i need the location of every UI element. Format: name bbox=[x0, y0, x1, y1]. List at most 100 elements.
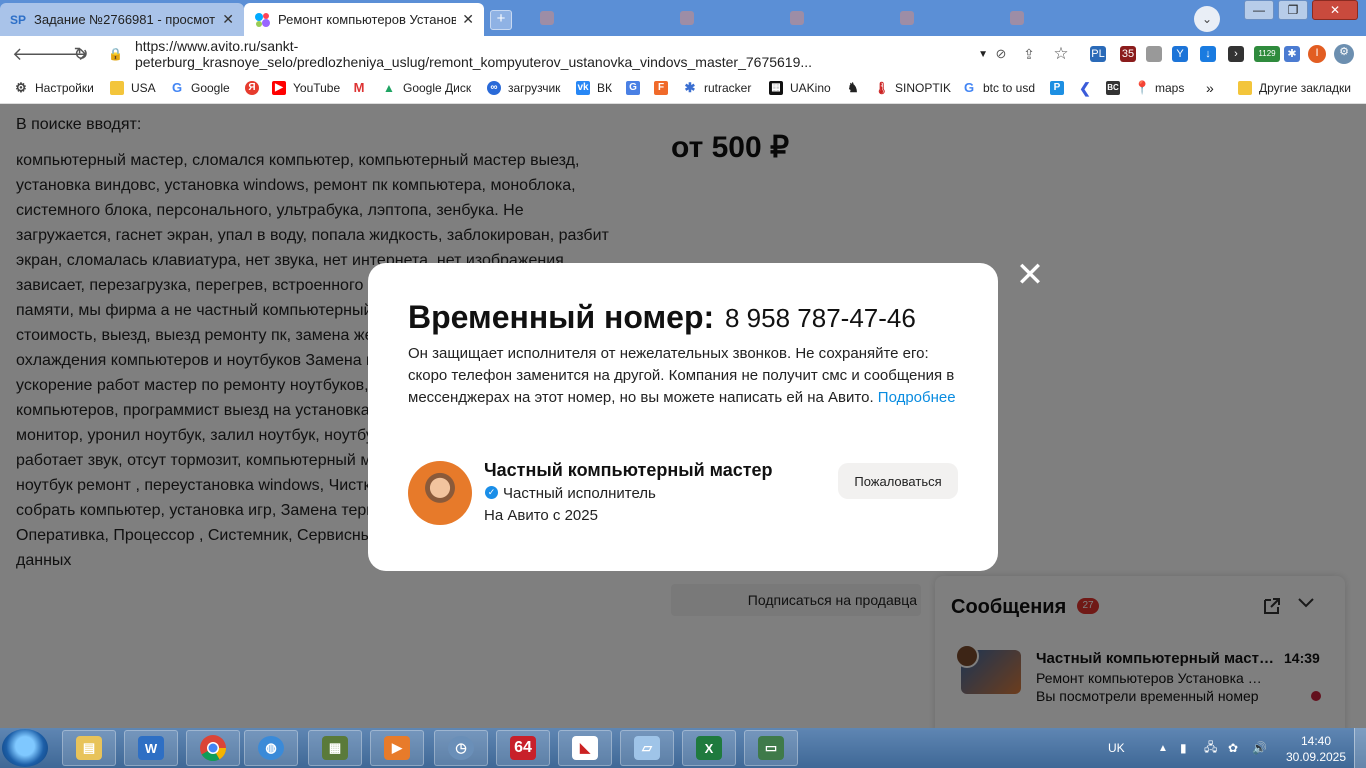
taskbar-monitor[interactable]: ▭ bbox=[744, 730, 798, 766]
extension-y-icon[interactable]: Y bbox=[1172, 46, 1188, 62]
camera-blocked-icon[interactable]: ⊘ bbox=[990, 44, 1012, 64]
extensions-puzzle-icon[interactable]: ✱ bbox=[1284, 46, 1300, 62]
taskbar-aida64[interactable]: 64 bbox=[496, 730, 550, 766]
taskbar-chrome[interactable] bbox=[186, 730, 240, 766]
taskbar-globe[interactable]: ◍ bbox=[244, 730, 298, 766]
tab-title: Ремонт компьютеров Установка bbox=[278, 12, 457, 27]
bookmark-google[interactable]: G Google bbox=[170, 79, 230, 97]
bookmark-maps[interactable]: 📍 maps bbox=[1134, 79, 1184, 97]
extension-counter-icon[interactable]: 1129 bbox=[1254, 46, 1280, 62]
show-desktop-button[interactable] bbox=[1354, 728, 1366, 768]
bookmark-arrow[interactable]: ❮ bbox=[1078, 79, 1099, 97]
reload-icon[interactable]: ↻ bbox=[70, 44, 92, 64]
tab-favicon-icon bbox=[790, 11, 804, 25]
bookmark-chess[interactable]: ♞ bbox=[846, 79, 867, 97]
background-tab[interactable] bbox=[540, 8, 560, 28]
tab-favicon-icon bbox=[680, 11, 694, 25]
taskbar-notepad[interactable]: ▱ bbox=[620, 730, 674, 766]
loop-icon: ∞ bbox=[487, 81, 501, 95]
bookmark-google-drive[interactable]: ▲ Google Диск bbox=[382, 79, 471, 97]
bookmark-usa[interactable]: USA bbox=[110, 79, 156, 97]
tray-app-icon[interactable]: ✿ bbox=[1228, 728, 1238, 768]
folder-icon: ▤ bbox=[76, 736, 102, 760]
taskbar-explorer[interactable]: ▤ bbox=[62, 730, 116, 766]
taskbar-excel[interactable]: X bbox=[682, 730, 736, 766]
bookmark-star-icon[interactable]: ☆ bbox=[1050, 44, 1072, 64]
drive-icon: ▲ bbox=[383, 81, 395, 95]
profile-avatar-icon[interactable]: I bbox=[1308, 45, 1326, 63]
close-window-button[interactable]: ✕ bbox=[1312, 0, 1358, 20]
bookmark-bc[interactable]: BC bbox=[1106, 79, 1127, 97]
url-text: https://www.avito.ru/sankt-peterburg_kra… bbox=[134, 38, 813, 70]
other-bookmarks[interactable]: Другие закладки bbox=[1238, 79, 1351, 97]
vk-icon: vk bbox=[576, 81, 590, 95]
taskbar-shield[interactable]: W bbox=[124, 730, 178, 766]
address-bar[interactable]: 🔒 https://www.avito.ru/sankt-peterburg_k… bbox=[108, 38, 988, 70]
background-tab[interactable] bbox=[900, 8, 920, 28]
window-controls: — ❐ ✕ bbox=[1240, 0, 1358, 20]
close-icon[interactable]: ✕ bbox=[1014, 258, 1046, 292]
tab-close-icon[interactable]: ✕ bbox=[222, 11, 234, 28]
share-icon[interactable]: ⇪ bbox=[1018, 44, 1040, 64]
tray-expand-icon[interactable]: ▲ bbox=[1158, 728, 1168, 768]
extension-icon[interactable] bbox=[1146, 46, 1162, 62]
chess-icon: ♞ bbox=[847, 80, 859, 95]
bookmark-btc[interactable]: Gbtc to usd bbox=[962, 79, 1035, 97]
taskbar-clock-app[interactable]: ◷ bbox=[434, 730, 488, 766]
seller-avatar[interactable] bbox=[408, 461, 472, 525]
monitor-icon: ▭ bbox=[758, 736, 784, 760]
back-icon[interactable]: 🡐 bbox=[12, 44, 60, 64]
forward-icon[interactable]: 🡒 bbox=[40, 44, 88, 64]
bookmark-p[interactable]: P bbox=[1050, 79, 1071, 97]
bookmark-youtube[interactable]: ▶ YouTube bbox=[272, 79, 340, 97]
url-dropdown-icon[interactable]: ▼ bbox=[978, 49, 988, 60]
yandex-icon: Я bbox=[245, 81, 259, 95]
extension-arrow-icon[interactable]: › bbox=[1228, 46, 1244, 62]
taskbar-logo-app[interactable]: ◣ bbox=[558, 730, 612, 766]
bc-icon: BC bbox=[1106, 81, 1120, 95]
extension-35-icon[interactable]: 35 bbox=[1120, 46, 1136, 62]
maximize-button[interactable]: ❐ bbox=[1278, 0, 1308, 20]
verified-check-icon: ✓ bbox=[485, 486, 498, 499]
bookmarks-bar: ⚙ Настройки USA G Google Я ▶ YouTube M ▲ Goo… bbox=[0, 72, 1366, 104]
taskbar-media[interactable]: ▶ bbox=[370, 730, 424, 766]
battery-icon[interactable]: ▮ bbox=[1180, 728, 1187, 768]
background-tab[interactable] bbox=[1010, 8, 1030, 28]
minimize-button[interactable]: — bbox=[1244, 0, 1274, 20]
phone-number: 8 958 787-47-46 bbox=[725, 303, 916, 333]
modal-description: Он защищает исполнителя от нежелательных… bbox=[408, 345, 956, 406]
bookmark-vk[interactable]: vk ВК bbox=[576, 79, 612, 97]
new-tab-button[interactable]: + bbox=[490, 10, 512, 30]
browser-menu-icon[interactable]: ⚙ bbox=[1334, 44, 1354, 64]
report-button[interactable]: Пожаловаться bbox=[838, 463, 958, 499]
volume-icon[interactable]: 🔊 bbox=[1252, 728, 1267, 768]
bookmark-yandex[interactable]: Я bbox=[245, 79, 266, 97]
bookmark-translate[interactable]: G bbox=[626, 79, 647, 97]
taskbar-terminal[interactable]: ▦ bbox=[308, 730, 362, 766]
bookmark-downloader[interactable]: ∞ загрузчик bbox=[487, 79, 560, 97]
bookmark-rutracker[interactable]: ✱ rutracker bbox=[683, 79, 752, 97]
network-icon[interactable]: 🖧 bbox=[1204, 728, 1217, 768]
start-button[interactable] bbox=[2, 729, 48, 767]
tab-search-chevron-icon[interactable]: ⌄ bbox=[1194, 6, 1220, 32]
more-link[interactable]: Подробнее bbox=[878, 389, 956, 406]
tab-close-icon[interactable]: ✕ bbox=[462, 11, 474, 28]
bookmark-uakino[interactable]: ▦ UAKino bbox=[769, 79, 831, 97]
system-clock[interactable]: 14:40 30.09.2025 bbox=[1284, 733, 1348, 765]
tab-avito[interactable]: Ремонт компьютеров Установка ✕ bbox=[244, 3, 484, 36]
youtube-icon: ▶ bbox=[272, 81, 286, 95]
tab-task[interactable]: SP Задание №2766981 - просмотр з ✕ bbox=[0, 3, 244, 36]
modal-title: Временный номер: bbox=[408, 299, 715, 335]
background-tab[interactable] bbox=[790, 8, 810, 28]
bookmark-f[interactable]: F bbox=[654, 79, 675, 97]
aida64-icon: 64 bbox=[510, 736, 536, 760]
language-indicator[interactable]: UK bbox=[1108, 728, 1125, 768]
more-bookmarks-icon[interactable]: » bbox=[1206, 79, 1214, 97]
seller-name[interactable]: Частный компьютерный мастер bbox=[484, 460, 773, 481]
extension-pl-icon[interactable]: PL bbox=[1090, 46, 1106, 62]
background-tab[interactable] bbox=[680, 8, 700, 28]
bookmark-sinoptik[interactable]: 🌡 SINOPTIK bbox=[874, 79, 951, 97]
bookmark-gmail[interactable]: M bbox=[352, 79, 373, 97]
download-icon[interactable]: ↓ bbox=[1200, 46, 1216, 62]
bookmark-settings[interactable]: ⚙ Настройки bbox=[14, 79, 94, 97]
